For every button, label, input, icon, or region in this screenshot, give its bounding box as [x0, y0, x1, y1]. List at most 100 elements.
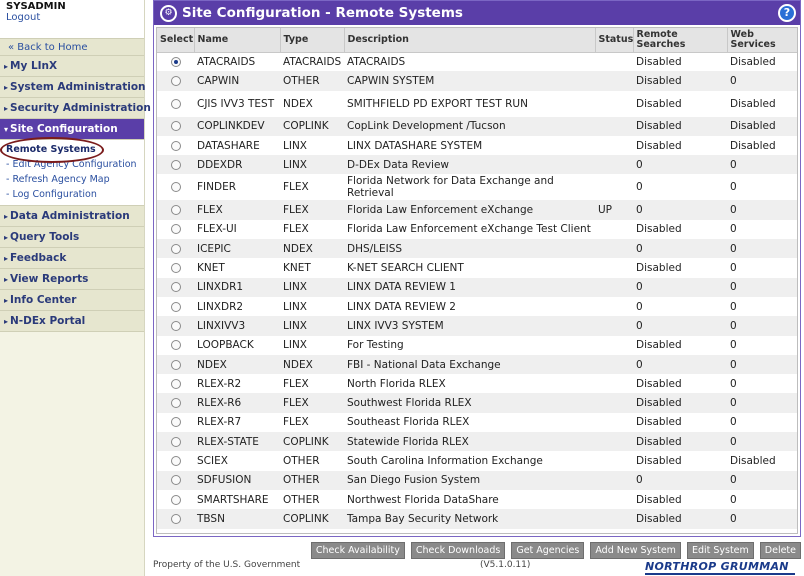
- select-radio[interactable]: [170, 359, 181, 370]
- get-agencies-button[interactable]: Get Agencies: [511, 542, 585, 559]
- table-row[interactable]: NDEX NDEX FBI - National Data Exchange 0 0: [157, 354, 797, 375]
- table-row[interactable]: LINXDR2 LINX LINX DATA REVIEW 2 0 0: [157, 297, 797, 316]
- check-downloads-button[interactable]: Check Downloads: [410, 542, 506, 559]
- select-radio[interactable]: [170, 205, 181, 216]
- select-radio[interactable]: [170, 56, 181, 67]
- select-radio[interactable]: [170, 159, 181, 170]
- table-row[interactable]: FLEX FLEX Florida Law Enforcement eXchange…: [157, 200, 797, 220]
- col-header-remote-searches: Remote Searches: [633, 28, 728, 53]
- cell-type: COPLINK: [280, 509, 344, 529]
- nav-query-tools[interactable]: ▸ Query Tools: [0, 227, 144, 248]
- edit-system-button[interactable]: Edit System: [686, 542, 754, 559]
- table-row[interactable]: LOOPBACK LINX For Testing Disabled 0: [157, 336, 797, 355]
- select-radio[interactable]: [170, 243, 181, 254]
- cell-status: [595, 174, 633, 200]
- action-buttons: Check Availability Check Downloads Get A…: [310, 542, 801, 559]
- select-radio[interactable]: [170, 224, 181, 235]
- site-configuration-submenu: Remote Systems - Edit Agency Configurati…: [0, 137, 144, 206]
- table-row[interactable]: RLEX-STATE COPLINK Statewide Florida RLEX D…: [157, 432, 797, 452]
- table-row[interactable]: RLEX-R7 FLEX Southeast Florida RLEX Disable…: [157, 413, 797, 432]
- back-to-home-link[interactable]: « Back to Home: [0, 38, 144, 56]
- table-row[interactable]: CJIS IVV3 TEST NDEX SMITHFIELD PD EXPORT T…: [157, 91, 797, 117]
- northrop-grumman-logo: NORTHROP GRUMMAN: [645, 560, 795, 575]
- select-cell: [157, 239, 194, 259]
- select-radio[interactable]: [170, 417, 181, 428]
- help-button[interactable]: ?: [778, 4, 796, 22]
- select-radio[interactable]: [170, 301, 181, 312]
- table-header-row: Select Name Type Description Status Remo…: [157, 28, 797, 53]
- select-radio[interactable]: [170, 513, 181, 524]
- cell-name: RLEX-R6: [194, 393, 280, 413]
- check-availability-button[interactable]: Check Availability: [310, 542, 405, 559]
- table-row[interactable]: DDEXDR LINX D-DEx Data Review 0 0: [157, 155, 797, 175]
- cell-status: [595, 509, 633, 529]
- cell-description: LINX DATA REVIEW 1: [344, 277, 595, 297]
- cell-web-services: 0: [730, 300, 737, 313]
- select-cell: [157, 336, 194, 355]
- select-cell: [157, 277, 194, 297]
- subnav-refresh-agency-map[interactable]: - Refresh Agency Map: [0, 172, 144, 187]
- nav-feedback[interactable]: ▸ Feedback: [0, 248, 144, 269]
- cell-description: Florida Law Enforcement eXchange Test Cl…: [347, 223, 591, 236]
- logout-link[interactable]: Logout: [6, 12, 138, 23]
- subnav-log-configuration[interactable]: - Log Configuration: [0, 187, 144, 202]
- delete-button[interactable]: Delete: [759, 542, 801, 559]
- nav-my-linx[interactable]: ▸ My LInX: [0, 56, 144, 77]
- table-row[interactable]: RLEX-R2 FLEX North Florida RLEX Disabled 0: [157, 374, 797, 393]
- select-radio[interactable]: [170, 98, 181, 109]
- nav-data-administration[interactable]: ▸ Data Administration: [0, 206, 144, 227]
- select-radio[interactable]: [170, 75, 181, 86]
- select-radio[interactable]: [170, 398, 181, 409]
- nav-system-administration[interactable]: ▸ System Administration: [0, 77, 146, 98]
- table-row[interactable]: CAPWIN OTHER CAPWIN SYSTEM Disabled 0: [157, 71, 797, 91]
- nav-info-center[interactable]: ▸ Info Center: [0, 290, 144, 311]
- table-row[interactable]: SMARTSHARE OTHER Northwest Florida DataSha…: [157, 490, 797, 509]
- table-row[interactable]: RLEX-R6 FLEX Southwest Florida RLEX Disable…: [157, 393, 797, 413]
- select-radio[interactable]: [170, 494, 181, 505]
- cell-web-services: Disabled: [730, 97, 776, 110]
- table-row[interactable]: ATACRAIDS ATACRAIDS ATACRAIDS Disabled Disab…: [157, 52, 797, 71]
- nav-view-reports[interactable]: ▸ View Reports: [0, 269, 144, 290]
- table-row[interactable]: COPLINKDEV COPLINK CopLink Development /Tu…: [157, 116, 797, 136]
- cell-status: [595, 393, 633, 413]
- cell-type: LINX: [283, 300, 307, 313]
- select-radio[interactable]: [170, 121, 181, 132]
- remote-systems-table-container[interactable]: Select Name Type Description Status Remo…: [156, 27, 798, 534]
- select-radio[interactable]: [170, 263, 181, 274]
- select-radio[interactable]: [170, 320, 181, 331]
- table-row[interactable]: SCIEX OTHER South Carolina Information Exc…: [157, 451, 797, 470]
- table-row[interactable]: FINDER FLEX Florida Network for Data Excha…: [157, 174, 797, 200]
- table-row[interactable]: FLEX-UI FLEX Florida Law Enforcement eXcha…: [157, 220, 797, 239]
- select-radio[interactable]: [170, 182, 181, 193]
- footer-property: Property of the U.S. Government: [153, 560, 301, 570]
- table-row[interactable]: KNET KNET K-NET SEARCH CLIENT Disabled 0: [157, 258, 797, 277]
- cell-description: DHS/LEISS: [344, 239, 595, 259]
- select-radio[interactable]: [170, 378, 181, 389]
- table-row[interactable]: LINXIVV3 LINX LINX IVV3 SYSTEM 0 0: [157, 316, 797, 336]
- select-radio[interactable]: [170, 436, 181, 447]
- cell-status: [595, 413, 633, 432]
- table-row[interactable]: LINXDR1 LINX LINX DATA REVIEW 1 00: [157, 277, 797, 297]
- table-row[interactable]: DATASHARE LINX LINX DATASHARE SYSTEM Disabl…: [157, 136, 797, 155]
- cell-name: KNET: [197, 262, 225, 275]
- table-row[interactable]: ICEPIC NDEX DHS/LEISS 0 0: [157, 239, 797, 259]
- select-radio[interactable]: [170, 475, 181, 486]
- cell-status: [595, 297, 633, 316]
- nav-ndex-portal[interactable]: ▸ N-DEx Portal: [0, 311, 144, 332]
- nav-site-configuration[interactable]: ▾ Site Configuration: [0, 119, 144, 140]
- select-radio[interactable]: [170, 282, 181, 293]
- table-row[interactable]: SDFUSION OTHER San Diego Fusion System 0 0: [157, 470, 797, 490]
- cell-status: [595, 136, 633, 155]
- select-radio[interactable]: [170, 455, 181, 466]
- subnav-remote-systems[interactable]: Remote Systems: [0, 137, 144, 163]
- cell-description: CAPWIN SYSTEM: [344, 71, 595, 91]
- cell-type: FLEX: [283, 377, 309, 390]
- select-radio[interactable]: [170, 340, 181, 351]
- table-row[interactable]: TBSN COPLINK Tampa Bay Security Network Dis…: [157, 509, 797, 529]
- cell-status: [595, 451, 633, 470]
- select-cell: [157, 374, 194, 393]
- add-new-system-button[interactable]: Add New System: [590, 542, 681, 559]
- cell-type: OTHER: [283, 493, 320, 506]
- select-radio[interactable]: [170, 140, 181, 151]
- nav-security-administration[interactable]: ▸ Security Administration: [0, 98, 151, 119]
